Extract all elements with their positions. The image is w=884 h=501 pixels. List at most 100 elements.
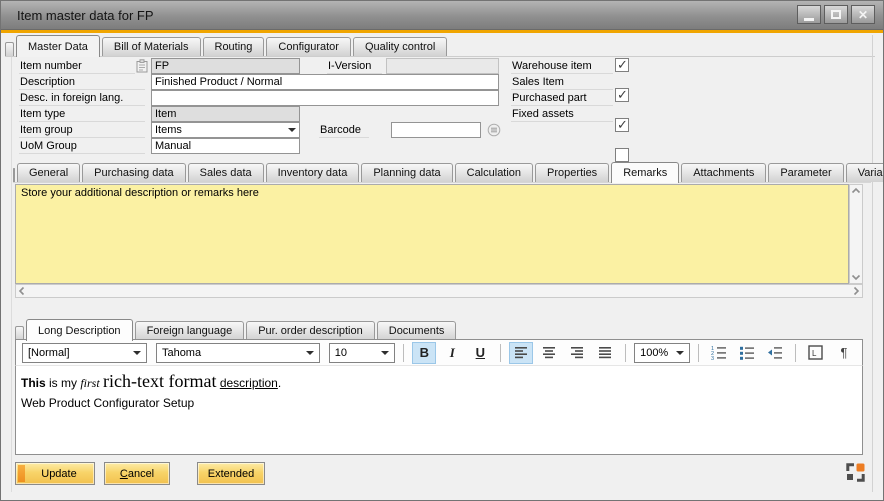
window-title: Item master data for FP [17,8,154,23]
rich-text-segment: This [21,376,46,390]
tab-label: Configurator [278,41,339,53]
chevron-down-icon [306,351,314,355]
update-button[interactable]: Update [15,462,95,485]
desc-foreign-field[interactable] [151,90,499,106]
chevron-down-icon [676,351,684,355]
svg-text:L: L [812,349,817,358]
detail-tab-strip: General Purchasing data Sales data Inven… [13,162,871,183]
purchased-part-checkbox[interactable] [615,118,629,132]
align-left-button[interactable] [509,342,533,364]
cancel-button-label: Cancel [120,468,154,480]
remarks-panel: Store your additional description or rem… [15,184,863,298]
barcode-browse-icon[interactable] [487,123,501,142]
align-center-icon [542,346,556,359]
uom-group-field[interactable]: Manual [151,138,300,154]
tab-bill-of-materials[interactable]: Bill of Materials [102,37,201,56]
extended-button[interactable]: Extended [197,462,265,485]
close-icon: ✕ [858,9,868,21]
scroll-left-icon[interactable] [16,285,28,297]
rich-text-segment: rich-text format [103,371,216,391]
description-field[interactable]: Finished Product / Normal [151,74,499,90]
form-resize-button[interactable] [846,463,865,482]
item-group-select[interactable]: Items [151,122,300,138]
tab-planning-data[interactable]: Planning data [361,163,452,182]
align-center-button[interactable] [537,342,561,364]
fixed-assets-checkbox[interactable] [615,148,629,162]
minimize-icon [804,18,814,21]
paragraph-style-select[interactable]: [Normal] [22,343,147,363]
tab-label: Bill of Materials [114,41,189,53]
tab-inventory-data[interactable]: Inventory data [266,163,360,182]
underline-button[interactable]: U [468,342,492,364]
tab-attachments[interactable]: Attachments [681,163,766,182]
tab-calculation[interactable]: Calculation [455,163,533,182]
paragraph-marks-button[interactable]: ¶ [832,342,856,364]
scroll-down-icon[interactable] [850,271,862,283]
richtext-content[interactable]: This is my first rich-text format descri… [15,365,863,455]
tab-stub [5,42,14,56]
tab-label: Sales data [200,167,252,179]
tab-pur-order-description[interactable]: Pur. order description [246,321,375,340]
tab-label: Quality control [365,41,435,53]
purchased-part-label: Purchased part [511,91,613,106]
warehouse-item-checkbox[interactable] [615,58,629,72]
tab-configurator[interactable]: Configurator [266,37,351,56]
tab-quality-control[interactable]: Quality control [353,37,447,56]
tab-foreign-language[interactable]: Foreign language [135,321,245,340]
tab-long-description[interactable]: Long Description [26,319,133,341]
align-justify-button[interactable] [593,342,617,364]
italic-button[interactable]: I [440,342,464,364]
close-button[interactable]: ✕ [851,5,875,24]
tab-purchasing-data[interactable]: Purchasing data [82,163,186,182]
fixed-assets-label: Fixed assets [511,107,613,122]
font-name-select[interactable]: Tahoma [156,343,320,363]
align-right-button[interactable] [565,342,589,364]
tab-sales-data[interactable]: Sales data [188,163,264,182]
font-size-select[interactable]: 10 [329,343,396,363]
scroll-up-icon[interactable] [850,185,862,197]
rich-text-segment: is my [46,376,81,390]
font-size-value: 10 [335,347,347,359]
tab-parameter[interactable]: Parameter [768,163,843,182]
ordered-list-button[interactable]: 123 [707,342,731,364]
tab-routing[interactable]: Routing [203,37,265,56]
tab-properties[interactable]: Properties [535,163,609,182]
scroll-right-icon[interactable] [850,285,862,297]
remarks-horizontal-scrollbar[interactable] [15,284,863,298]
master-data-form: Item number FP I-Version Description Fin… [1,57,883,162]
titlebar[interactable]: Item master data for FP ✕ [1,1,883,30]
tab-label: Attachments [693,167,754,179]
toolbar-separator [403,344,404,362]
unordered-list-button[interactable] [735,342,759,364]
tab-remarks[interactable]: Remarks [611,162,679,183]
i-version-label: I-Version [327,59,382,74]
update-button-label: Update [41,468,76,480]
item-number-field[interactable]: FP [151,58,300,74]
sales-item-label: Sales Item [511,75,613,90]
tab-stub [13,168,15,182]
remarks-textarea[interactable]: Store your additional description or rem… [15,184,849,284]
tab-documents[interactable]: Documents [377,321,457,340]
ordered-list-icon: 123 [711,345,727,360]
rich-text-line: This is my first rich-text format descri… [21,371,858,394]
tab-label: Master Data [28,41,88,53]
maximize-button[interactable] [824,5,848,24]
border-button[interactable]: L [804,342,828,364]
chevron-down-icon [381,351,389,355]
tab-master-data[interactable]: Master Data [16,35,100,57]
description-label: Description [19,75,145,90]
minimize-button[interactable] [797,5,821,24]
barcode-field[interactable] [391,122,481,138]
rich-text-segment: . [278,376,281,390]
remarks-vertical-scrollbar[interactable] [849,184,863,284]
bold-button[interactable]: B [412,342,436,364]
tab-general[interactable]: General [17,163,80,182]
tab-variant[interactable]: Variant [846,163,884,182]
rich-text-line: Web Product Configurator Setup [21,396,858,410]
uom-group-label: UoM Group [19,139,145,154]
zoom-select[interactable]: 100% [634,343,690,363]
outdent-button[interactable] [763,342,787,364]
cancel-button[interactable]: Cancel [104,462,170,485]
top-tab-strip: Master Data Bill of Materials Routing Co… [5,34,875,57]
sales-item-checkbox[interactable] [615,88,629,102]
